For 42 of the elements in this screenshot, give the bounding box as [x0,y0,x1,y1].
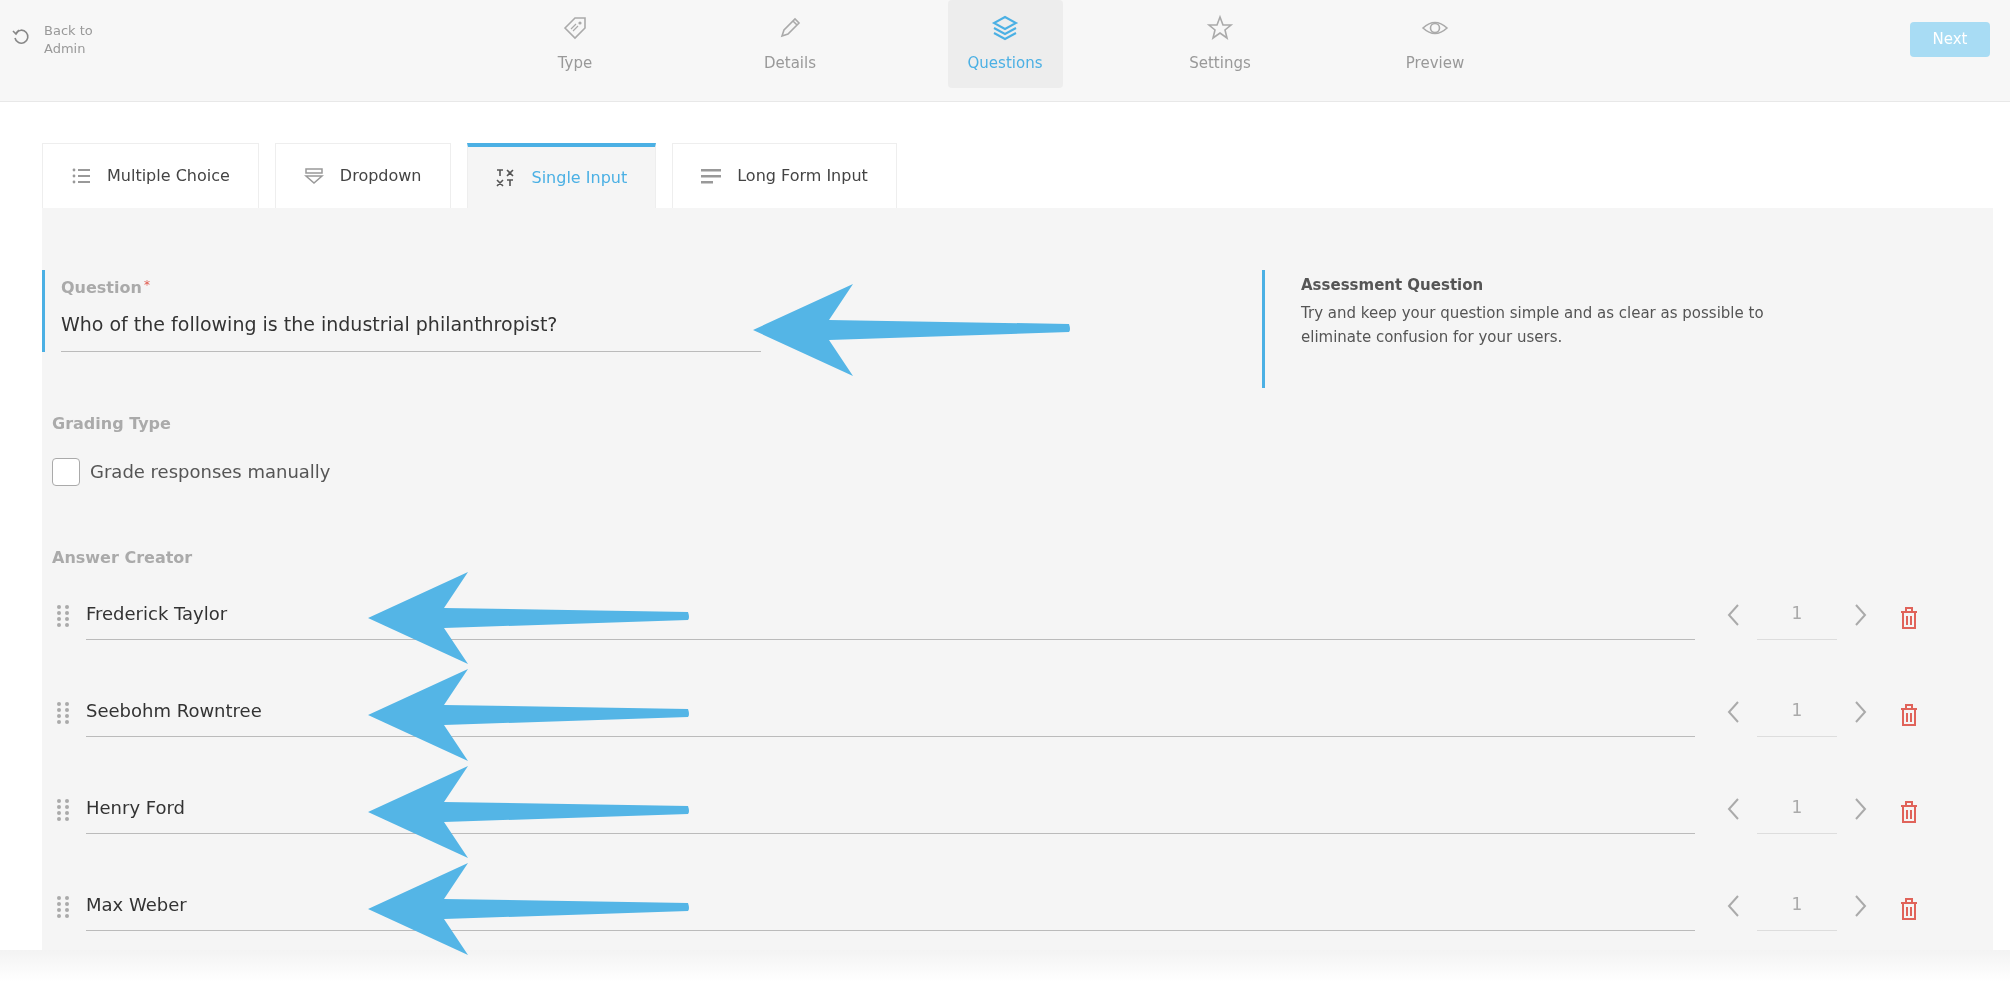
question-type-tab[interactable]: Single Input [466,143,657,208]
delete-button[interactable] [1899,605,1919,630]
section-label: Answer Creator [52,546,194,569]
layers-icon [991,13,1019,42]
question-label: Question [61,277,142,299]
delete-button[interactable] [1899,896,1919,921]
required-asterisk: * [143,277,150,294]
trash-icon [1899,897,1919,921]
question-type-tab[interactable]: Long Form Input [672,143,897,208]
drag-handle-icon[interactable] [56,603,70,628]
list-icon [71,166,91,186]
info-text: Try and keep your question simple and as clear as possible to eliminate confusion for your users. [1301,302,1765,349]
text-format-icon [495,167,516,188]
checkbox-label: Grade responses manually [90,460,331,484]
dropdown-icon [303,166,324,186]
paragraph-icon [701,166,722,186]
drag-handle-icon[interactable] [56,700,70,725]
question-type-tab[interactable]: Dropdown [274,143,451,208]
back-to-admin-link[interactable]: Back to Admin [12,22,114,58]
points-input[interactable]: 1 [1757,698,1837,737]
trash-icon [1899,606,1919,630]
points-input[interactable]: 1 [1757,601,1837,640]
step-tab[interactable]: Questions [947,0,1063,88]
checkbox[interactable] [52,457,80,486]
step-tab[interactable]: Details [732,0,848,88]
points-input[interactable]: 1 [1757,892,1837,931]
trash-icon [1899,800,1919,824]
star-icon [1206,13,1234,42]
drag-handle-icon[interactable] [56,797,70,822]
section-label: Grading Type [52,412,172,435]
step-tab[interactable]: Type [517,0,633,88]
delete-button[interactable] [1899,702,1919,727]
step-tab[interactable]: Settings [1162,0,1278,88]
question-input[interactable]: Who of the following is the industrial philanthropist? [61,300,761,352]
points-input[interactable]: 1 [1757,795,1837,834]
question-type-tab[interactable]: Multiple Choice [42,143,259,208]
trash-icon [1899,703,1919,727]
info-title: Assessment Question [1301,275,1485,296]
delete-button[interactable] [1899,799,1919,824]
drag-handle-icon[interactable] [56,894,70,919]
step-tab[interactable]: Preview [1377,0,1493,88]
undo-icon [12,28,30,46]
